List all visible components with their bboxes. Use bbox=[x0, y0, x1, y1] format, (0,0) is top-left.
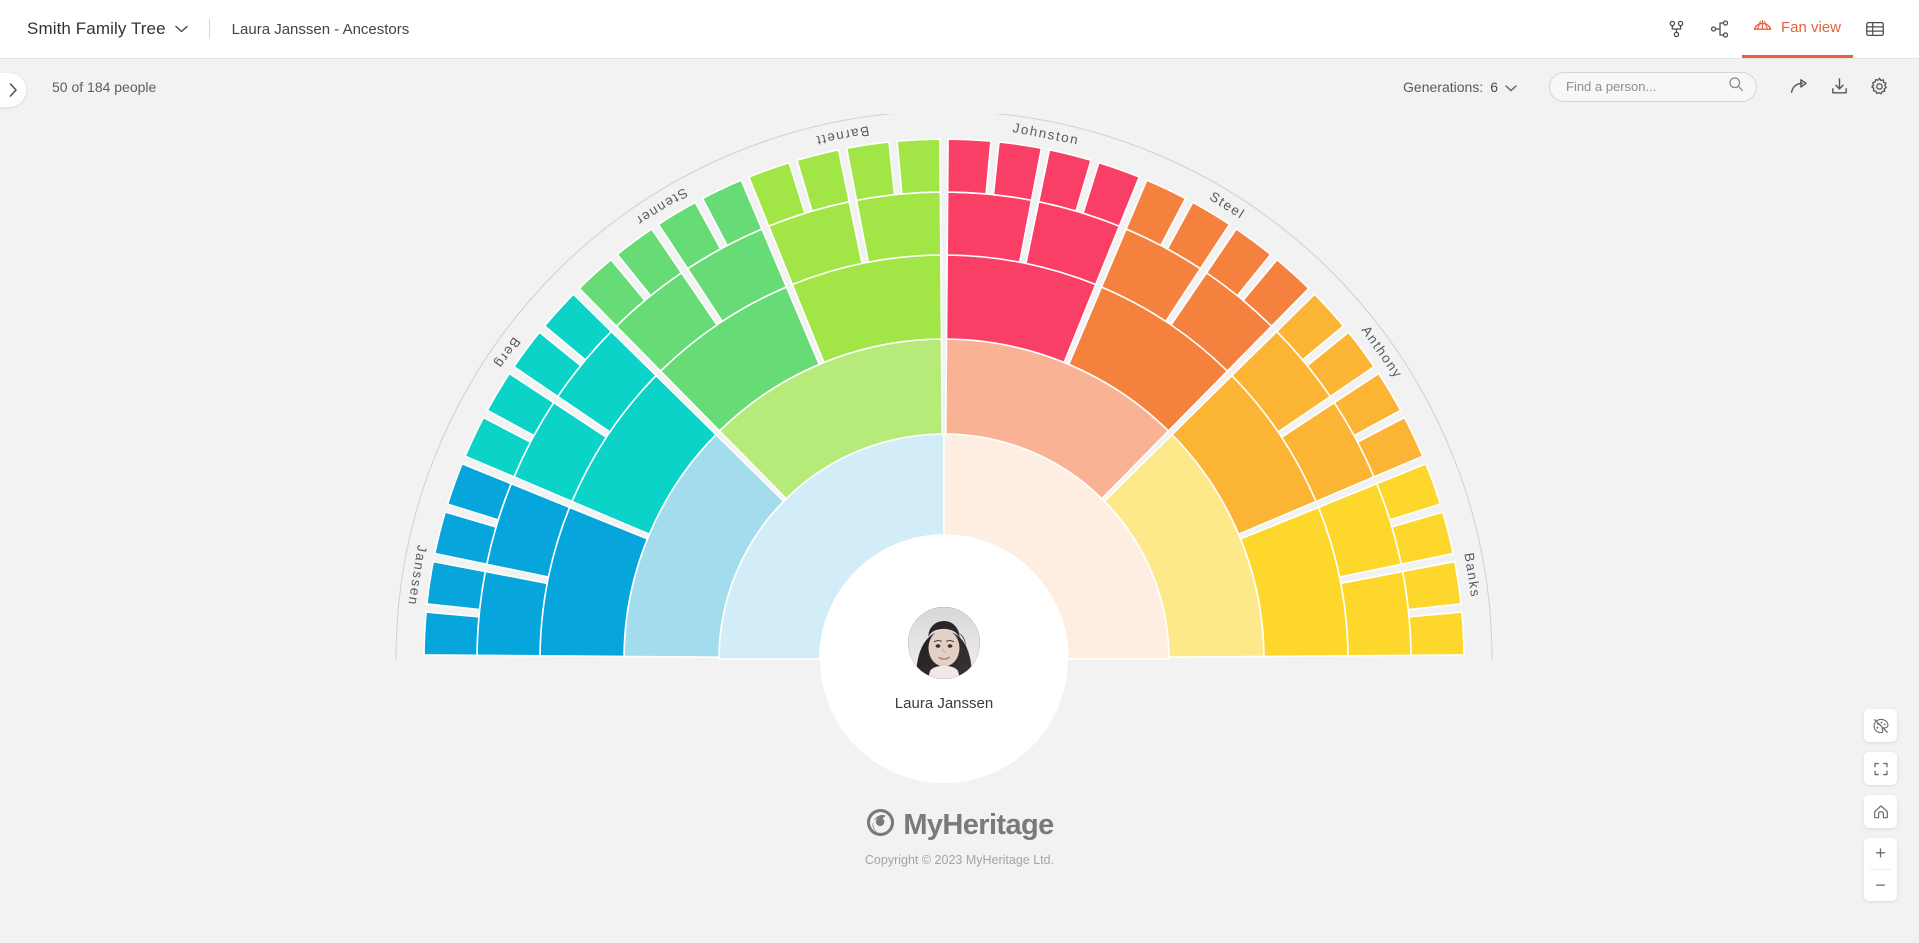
fan-segment[interactable] bbox=[855, 191, 942, 264]
chevron-down-icon bbox=[1505, 79, 1517, 95]
avatar bbox=[908, 606, 980, 679]
fan-view-page: Smith Family Tree Laura Janssen - Ancest… bbox=[0, 0, 1919, 943]
fan-segment[interactable] bbox=[1339, 570, 1412, 657]
palette-off-icon[interactable] bbox=[1864, 709, 1897, 742]
sidebar-expand-button[interactable] bbox=[0, 73, 26, 107]
people-count: 50 of 184 people bbox=[52, 78, 157, 95]
view-switcher: Fan view bbox=[1654, 0, 1919, 58]
branding-footer: MyHeritage Copyright © 2023 MyHeritage L… bbox=[0, 807, 1919, 868]
copyright-text: Copyright © 2023 MyHeritage Ltd. bbox=[864, 853, 1055, 867]
tree-selector[interactable]: Smith Family Tree bbox=[27, 19, 188, 39]
fullscreen-icon[interactable] bbox=[1864, 752, 1897, 785]
app-header: Smith Family Tree Laura Janssen - Ancest… bbox=[0, 0, 1919, 59]
tab-list-view[interactable] bbox=[1853, 0, 1897, 58]
generations-value: 6 bbox=[1490, 78, 1498, 95]
fan-segment[interactable] bbox=[992, 141, 1043, 202]
tab-family-view[interactable] bbox=[1698, 0, 1742, 58]
fan-chart-canvas[interactable]: Janssen Berg Stenner Barnett Johnston Steel An… bbox=[0, 114, 1919, 943]
tab-pedigree-view[interactable] bbox=[1654, 0, 1698, 58]
search-input[interactable] bbox=[1564, 78, 1728, 95]
myheritage-logo-icon bbox=[865, 807, 896, 843]
search-box[interactable] bbox=[1549, 71, 1757, 102]
toolbar-right: Generations: 6 bbox=[1403, 67, 1919, 107]
fan-segment[interactable] bbox=[1390, 510, 1455, 566]
fan-segment[interactable] bbox=[433, 510, 498, 566]
page-title: Laura Janssen - Ancestors bbox=[231, 20, 410, 38]
fan-view-icon bbox=[1752, 15, 1773, 41]
zoom-in-button[interactable]: + bbox=[1864, 838, 1897, 869]
surname-label: Johnston bbox=[1011, 120, 1080, 148]
fan-segment[interactable] bbox=[845, 141, 896, 202]
search-icon[interactable] bbox=[1728, 76, 1744, 97]
tab-fan-view-label: Fan view bbox=[1780, 19, 1841, 36]
surname-label: Banks bbox=[1461, 552, 1483, 599]
zoom-controls: + − bbox=[1864, 838, 1897, 901]
fan-toolbar: 50 of 184 people Generations: 6 bbox=[0, 59, 1919, 114]
surname-label: Janssen bbox=[405, 544, 429, 607]
fan-segment[interactable] bbox=[896, 138, 942, 195]
tab-fan-view[interactable]: Fan view bbox=[1741, 0, 1853, 58]
chevron-down-icon bbox=[174, 20, 188, 38]
fan-segment[interactable] bbox=[1401, 560, 1462, 611]
header-divider bbox=[208, 19, 210, 39]
generations-label: Generations: bbox=[1403, 78, 1484, 95]
zoom-out-button[interactable]: − bbox=[1864, 870, 1897, 901]
share-arrow-icon[interactable] bbox=[1779, 67, 1819, 107]
fan-segment[interactable] bbox=[795, 148, 851, 213]
header-left: Smith Family Tree Laura Janssen - Ancest… bbox=[0, 19, 409, 39]
logo-text: MyHeritage bbox=[903, 808, 1054, 841]
canvas-controls: + − bbox=[1864, 709, 1897, 901]
download-icon[interactable] bbox=[1819, 67, 1859, 107]
fan-segment[interactable] bbox=[426, 560, 487, 611]
fan-segment[interactable] bbox=[476, 570, 549, 657]
surname-label: Barnett bbox=[814, 123, 871, 148]
home-icon[interactable] bbox=[1864, 795, 1897, 828]
logo-row: MyHeritage bbox=[865, 807, 1054, 843]
generations-selector[interactable]: Generations: 6 bbox=[1403, 79, 1517, 95]
gear-icon[interactable] bbox=[1859, 67, 1899, 107]
fan-segment[interactable] bbox=[1037, 148, 1093, 213]
fan-segment[interactable] bbox=[423, 611, 480, 657]
center-person-name: Laura Janssen bbox=[894, 694, 994, 712]
fan-segment[interactable] bbox=[1408, 611, 1465, 657]
center-person-card[interactable]: Laura Janssen bbox=[820, 535, 1068, 783]
tree-name: Smith Family Tree bbox=[27, 19, 166, 38]
fan-segment[interactable] bbox=[946, 138, 992, 195]
fan-segment[interactable] bbox=[946, 191, 1033, 264]
